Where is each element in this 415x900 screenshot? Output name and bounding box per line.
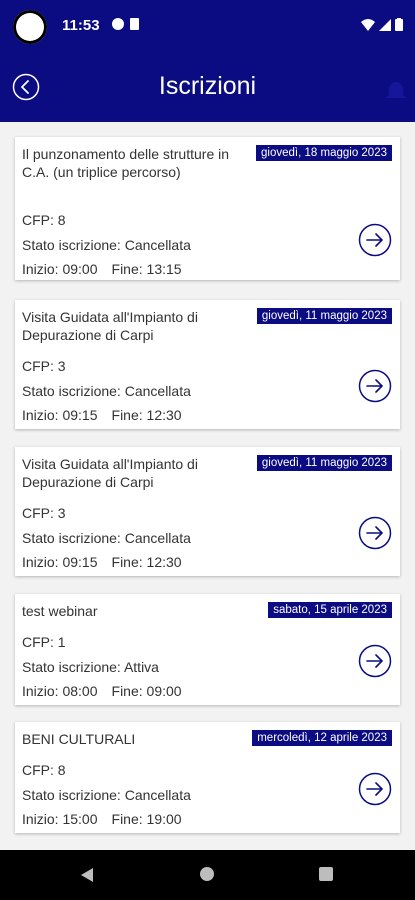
system-nav-bar [0,850,415,900]
start-time: 09:15 [62,554,98,570]
time-row: Inizio: 09:15 Fine: 12:30 [22,554,182,570]
app-bar: Iscrizioni [0,52,415,122]
course-date-badge: giovedì, 11 maggio 2023 [256,455,392,471]
registration-card[interactable]: test webinar sabato, 15 aprile 2023 CFP:… [15,594,400,705]
start-label: Inizio: [22,554,59,570]
status-row: Stato iscrizione: Attiva [22,659,159,675]
nav-home-icon[interactable] [200,867,214,881]
start-label: Inizio: [22,811,59,827]
bell-icon[interactable] [383,80,409,102]
arrow-right-icon[interactable] [358,369,392,403]
status-bar: 11:53 [0,0,415,52]
end-time: 12:30 [146,407,182,423]
start-time: 09:00 [62,261,98,277]
nav-recents-icon[interactable] [319,867,333,881]
start-label: Inizio: [22,261,59,277]
status-row: Stato iscrizione: Cancellata [22,383,191,399]
end-label: Fine: [111,811,143,827]
arrow-right-icon[interactable] [358,644,392,678]
cfp-label: CFP: [22,358,54,374]
end-label: Fine: [111,261,143,277]
start-time: 09:15 [62,407,98,423]
cfp-label: CFP: [22,212,54,228]
cfp-row: CFP: 8 [22,212,66,228]
course-title: Visita Guidata all'Impianto di Depurazio… [22,456,198,490]
cfp-label: CFP: [22,505,54,521]
status-label: Stato iscrizione: [22,237,121,253]
status-label: Stato iscrizione: [22,530,121,546]
status-value: Attiva [123,659,159,675]
registration-card[interactable]: Il punzonamento delle strutture in C.A. … [15,137,400,280]
end-time: 12:30 [146,554,182,570]
start-time: 08:00 [62,683,98,699]
end-time: 13:15 [146,261,182,277]
time-row: Inizio: 15:00 Fine: 19:00 [22,811,182,827]
nav-back-icon[interactable] [80,867,94,883]
arrow-right-icon[interactable] [358,223,392,257]
app-notification-icon [112,18,139,30]
notification-icons [112,17,142,34]
cfp-value: 3 [57,358,66,374]
registrations-list[interactable]: Il punzonamento delle strutture in C.A. … [0,122,415,850]
course-title: Il punzonamento delle strutture in C.A. … [22,146,230,180]
end-label: Fine: [111,554,143,570]
course-date-badge: mercoledì, 12 aprile 2023 [252,730,392,746]
status-value: Cancellata [124,787,191,803]
page-title: Iscrizioni [158,72,257,100]
status-label: Stato iscrizione: [22,383,121,399]
arrow-right-icon[interactable] [358,516,392,550]
end-time: 09:00 [146,683,182,699]
system-icons [361,18,403,31]
status-label: Stato iscrizione: [22,787,121,803]
registration-card[interactable]: Visita Guidata all'Impianto di Depurazio… [15,447,400,576]
status-value: Cancellata [124,383,191,399]
cfp-label: CFP: [22,634,54,650]
registration-card[interactable]: Visita Guidata all'Impianto di Depurazio… [15,300,400,429]
arrow-right-icon[interactable] [358,772,392,806]
status-row: Stato iscrizione: Cancellata [22,530,191,546]
status-time: 11:53 [62,17,100,34]
wifi-icon [361,18,375,31]
course-title: test webinar [22,603,98,619]
status-value: Cancellata [124,237,191,253]
course-title: Visita Guidata all'Impianto di Depurazio… [22,309,198,343]
signal-icon [379,18,391,31]
cfp-label: CFP: [22,762,54,778]
start-label: Inizio: [22,407,59,423]
cfp-value: 3 [57,505,66,521]
cfp-value: 1 [57,634,66,650]
status-row: Stato iscrizione: Cancellata [22,787,191,803]
start-time: 15:00 [62,811,98,827]
cfp-row: CFP: 8 [22,762,66,778]
course-date-badge: sabato, 15 aprile 2023 [268,602,392,618]
status-row: Stato iscrizione: Cancellata [22,237,191,253]
cfp-value: 8 [57,762,66,778]
cfp-row: CFP: 3 [22,358,66,374]
course-date-badge: giovedì, 18 maggio 2023 [256,145,392,161]
battery-icon [395,18,403,31]
camera-cutout [13,10,47,44]
registration-card[interactable]: BENI CULTURALI mercoledì, 12 aprile 2023… [15,722,400,833]
time-row: Inizio: 09:15 Fine: 12:30 [22,407,182,423]
course-title: BENI CULTURALI [22,731,136,747]
status-value: Cancellata [124,530,191,546]
cfp-value: 8 [57,212,66,228]
cfp-row: CFP: 1 [22,634,66,650]
end-label: Fine: [111,683,143,699]
time-row: Inizio: 08:00 Fine: 09:00 [22,683,182,699]
start-label: Inizio: [22,683,59,699]
time-row: Inizio: 09:00 Fine: 13:15 [22,261,182,277]
end-time: 19:00 [146,811,182,827]
end-label: Fine: [111,407,143,423]
cfp-row: CFP: 3 [22,505,66,521]
status-label: Stato iscrizione: [22,659,121,675]
course-date-badge: giovedì, 11 maggio 2023 [256,308,392,324]
